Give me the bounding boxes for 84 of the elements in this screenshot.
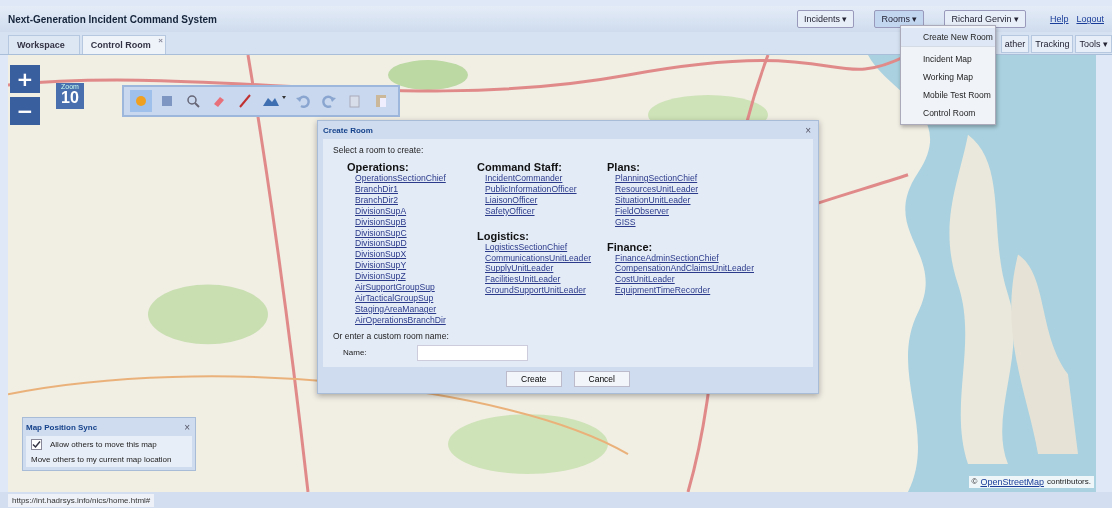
room-link[interactable]: BranchDir1 xyxy=(355,183,398,195)
room-link[interactable]: PublicInformationOfficer xyxy=(485,183,577,195)
room-link[interactable]: BranchDir2 xyxy=(355,194,398,206)
group-heading: Finance: xyxy=(607,240,654,253)
panel-title: Map Position Sync xyxy=(26,422,98,432)
undo-icon xyxy=(295,93,311,109)
room-link[interactable]: AirTacticalGroupSup xyxy=(355,292,434,304)
room-link[interactable]: DivisionSupY xyxy=(355,260,407,272)
header-link[interactable]: Help xyxy=(1049,14,1069,24)
room-link[interactable]: FinanceAdminSectionChief xyxy=(615,252,719,264)
room-link[interactable]: StagingAreaManager xyxy=(355,303,437,315)
group-heading: Plans: xyxy=(607,161,641,173)
room-link[interactable]: FieldObserver xyxy=(615,205,669,217)
room-link[interactable]: FacilitiesUnitLeader xyxy=(485,274,561,286)
image-icon xyxy=(262,96,286,106)
room-link[interactable]: CompensationAndClaimsUnitLeader xyxy=(615,263,754,275)
zoom-in-button[interactable]: + xyxy=(10,65,40,93)
menu-item[interactable]: Working Map xyxy=(901,68,995,86)
dot-icon xyxy=(133,93,149,109)
room-link[interactable]: CommunicationsUnitLeader xyxy=(485,252,592,264)
tab[interactable]: Control Room × xyxy=(81,35,166,54)
menu-button[interactable]: Richard Gervin ▾ xyxy=(944,10,1026,28)
tab[interactable]: Tools ▾ xyxy=(1075,35,1112,53)
room-link[interactable]: ResourcesUnitLeader xyxy=(615,183,699,195)
group-heading: Operations: xyxy=(347,161,409,173)
check-icon xyxy=(32,440,41,449)
group-heading: Command Staff: xyxy=(477,161,563,173)
close-button[interactable]: × xyxy=(803,124,813,136)
dialog-button[interactable]: Cancel xyxy=(573,370,630,387)
checkbox-label: Allow others to move this map xyxy=(50,440,157,449)
room-link[interactable]: EquipmentTimeRecorder xyxy=(615,285,711,297)
header-link[interactable]: Logout xyxy=(1076,14,1104,24)
room-link[interactable]: LiaisonOfficer xyxy=(485,194,538,206)
room-link[interactable]: DivisionSupB xyxy=(355,216,407,228)
checkbox[interactable] xyxy=(31,439,42,450)
tab[interactable]: ather xyxy=(1000,35,1030,53)
room-link[interactable]: AirSupportGroupSup xyxy=(355,282,435,293)
search-icon xyxy=(185,93,201,109)
dialog-button[interactable]: Create xyxy=(506,370,562,387)
room-link[interactable]: DivisionSupX xyxy=(355,249,407,261)
attribution-link[interactable]: OpenStreetMap xyxy=(980,477,1044,487)
name-label: Name: xyxy=(343,348,367,358)
copyright-symbol: © xyxy=(971,477,978,487)
menu-button[interactable]: Incidents ▾ xyxy=(796,10,855,28)
redo-icon xyxy=(321,93,337,109)
room-link[interactable]: DivisionSupZ xyxy=(355,271,406,283)
zoom-out-button[interactable]: − xyxy=(10,97,40,125)
app-title: Next-Generation Incident Command System xyxy=(8,13,218,25)
group-heading: Logistics: xyxy=(477,229,530,242)
tab[interactable]: Tracking xyxy=(1031,35,1074,53)
room-link[interactable]: IncidentCommander xyxy=(485,173,563,184)
attribution-text: contributors. xyxy=(1046,477,1091,487)
name-field[interactable] xyxy=(416,344,528,361)
pencil-icon xyxy=(237,93,253,109)
room-link[interactable]: SafetyOfficer xyxy=(485,205,535,217)
move-others-button[interactable]: Move others to my current map location xyxy=(31,455,187,464)
room-link[interactable]: DivisionSupA xyxy=(355,205,407,217)
room-link[interactable]: PlanningSectionChief xyxy=(615,173,698,184)
menu-item[interactable]: Incident Map xyxy=(901,50,995,68)
menu-item[interactable]: Control Room xyxy=(901,104,995,122)
room-link[interactable]: GISS xyxy=(615,216,636,228)
copy-icon xyxy=(347,93,363,109)
room-link[interactable]: LogisticsSectionChief xyxy=(485,241,568,253)
square-icon xyxy=(159,93,175,109)
tab[interactable]: Workspace xyxy=(8,35,80,54)
status-url: https://int.hadrsys.info/nics/home.html# xyxy=(8,493,155,507)
zoom-level: 10 xyxy=(61,90,79,106)
room-link[interactable]: CostUnitLeader xyxy=(615,274,675,286)
paste-icon xyxy=(373,93,389,109)
room-link[interactable]: GroundSupportUnitLeader xyxy=(485,285,586,297)
close-button[interactable]: × xyxy=(182,421,192,433)
room-link[interactable]: SupplyUnitLeader xyxy=(485,263,554,275)
room-link[interactable]: SituationUnitLeader xyxy=(615,194,691,206)
dialog-title: Create Room xyxy=(323,125,373,135)
dialog-prompt: Select a room to create: xyxy=(333,145,425,155)
pan-tool[interactable] xyxy=(130,90,152,112)
menu-item[interactable]: Mobile Test Room xyxy=(901,86,995,104)
room-link[interactable]: DivisionSupC xyxy=(355,227,407,239)
room-link[interactable]: DivisionSupD xyxy=(355,238,407,250)
room-link[interactable]: AirOperationsBranchDir xyxy=(355,314,446,326)
custom-prompt: Or enter a custom room name: xyxy=(333,330,450,341)
menu-item[interactable]: Create New Room xyxy=(901,28,995,47)
room-link[interactable]: OperationsSectionChief xyxy=(355,173,446,184)
menu-button[interactable]: Rooms ▾ xyxy=(874,10,925,28)
